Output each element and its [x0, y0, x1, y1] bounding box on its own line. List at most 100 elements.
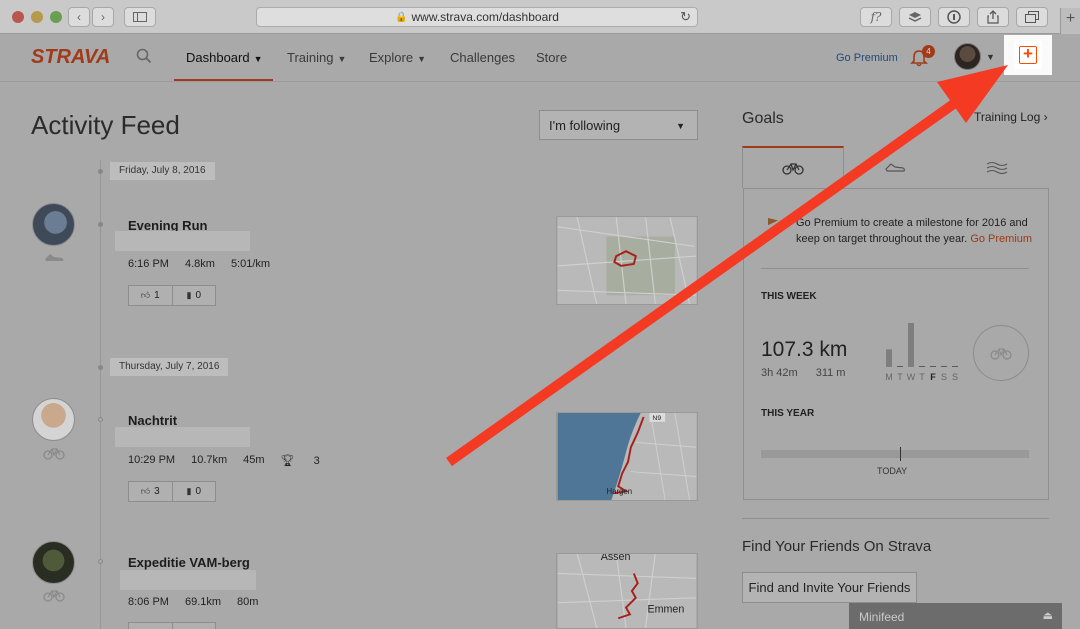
- user-avatar[interactable]: [954, 43, 981, 70]
- weekly-progress-ring: [973, 325, 1029, 381]
- activity-stats: 6:16 PM 4.8km 5:01/km: [128, 258, 271, 270]
- divider: [761, 268, 1029, 269]
- comment-button[interactable]: ▮ 0: [173, 286, 216, 305]
- browser-toolbar: ‹ › 🔒 www.strava.com/dashboard ↻ f? +: [0, 0, 1080, 34]
- week-day-label: F: [930, 372, 936, 382]
- redacted-athlete-name: [120, 570, 256, 590]
- kudos-button[interactable]: 👍︎ 3: [129, 482, 173, 501]
- avatar[interactable]: [32, 398, 75, 441]
- redacted-athlete-name: [115, 231, 250, 251]
- strava-logo[interactable]: STRAVA: [31, 46, 110, 69]
- chevron-down-icon: ▼: [417, 54, 426, 64]
- comment-button[interactable]: [173, 623, 216, 629]
- run-shoe-icon: [885, 163, 905, 172]
- activity-map[interactable]: N9 Hargen: [556, 412, 698, 501]
- bike-icon: [43, 590, 65, 602]
- url-text: www.strava.com/dashboard: [411, 10, 559, 24]
- page-title: Activity Feed: [31, 110, 180, 140]
- this-year-label: THIS YEAR: [761, 408, 815, 419]
- week-day-label: S: [941, 372, 947, 382]
- week-day-label: T: [919, 372, 925, 382]
- chevron-right-icon: ›: [1043, 110, 1048, 124]
- week-bar-chart: MTWTFSS: [885, 323, 958, 382]
- share-icon[interactable]: [977, 7, 1009, 27]
- minimize-window-button[interactable]: [31, 11, 43, 23]
- timeline-dot: [98, 365, 103, 370]
- thumbs-up-icon: 👍︎: [140, 290, 151, 300]
- nav-training[interactable]: Training ▼: [287, 50, 346, 65]
- tab-ride[interactable]: [742, 146, 844, 188]
- nav-explore[interactable]: Explore ▼: [369, 50, 426, 65]
- activity-map[interactable]: [556, 216, 698, 305]
- tab-run[interactable]: [844, 146, 946, 188]
- info-icon[interactable]: [938, 7, 970, 27]
- swim-waves-icon: [986, 161, 1008, 174]
- zoom-window-button[interactable]: [50, 11, 62, 23]
- map-label-hargen: Hargen: [606, 487, 632, 496]
- timeline-dot: [98, 559, 103, 564]
- nav-challenges[interactable]: Challenges: [450, 50, 515, 65]
- week-day-label: T: [897, 372, 903, 382]
- formula-icon[interactable]: f?: [860, 7, 892, 27]
- find-friends-title: Find Your Friends On Strava: [742, 538, 932, 555]
- reload-icon[interactable]: ↻: [680, 9, 691, 25]
- expand-up-icon[interactable]: ⏏: [1043, 609, 1053, 622]
- avatar[interactable]: [32, 203, 75, 246]
- find-invite-friends-button[interactable]: Find and Invite Your Friends: [742, 572, 917, 603]
- comment-icon: ▮: [186, 290, 192, 300]
- tab-swim[interactable]: [946, 146, 1048, 188]
- date-label: Thursday, July 7, 2016: [110, 358, 229, 376]
- kudos-button[interactable]: [129, 623, 173, 629]
- week-bar-6: [952, 366, 958, 367]
- active-nav-indicator: [174, 79, 273, 81]
- avatar[interactable]: [32, 541, 75, 584]
- map-label-emmen: Emmen: [647, 603, 684, 615]
- forward-icon[interactable]: ›: [92, 7, 114, 27]
- week-bar-3: [919, 366, 925, 367]
- search-icon[interactable]: [136, 48, 152, 64]
- trophy-icon: 🏆︎: [280, 455, 295, 467]
- week-bar-5: [941, 366, 947, 367]
- tabs-icon[interactable]: [1016, 7, 1048, 27]
- minifeed-bar[interactable]: Minifeed ⏏: [849, 603, 1062, 629]
- map-label-n9: N9: [652, 415, 661, 422]
- activity-stats: 10:29 PM 10.7km 45m 🏆︎ 3: [128, 454, 320, 467]
- kudos-button[interactable]: 👍︎ 1: [129, 286, 173, 305]
- notification-badge: 4: [922, 45, 935, 58]
- chevron-down-icon: ▼: [337, 54, 347, 64]
- site-header: STRAVA Dashboard ▼ Training ▼ Explore ▼ Cha…: [0, 34, 1080, 82]
- bike-icon: [782, 163, 804, 175]
- activity-title[interactable]: Nachtrit: [128, 413, 177, 428]
- go-premium-link[interactable]: Go Premium: [970, 233, 1032, 245]
- layers-icon[interactable]: [899, 7, 931, 27]
- upload-activity-button[interactable]: +: [1014, 41, 1042, 69]
- week-bar-1: [897, 366, 903, 367]
- timeline-dot: [98, 169, 103, 174]
- nav-store[interactable]: Store: [536, 50, 567, 65]
- activity-map[interactable]: Assen Emmen: [556, 553, 698, 629]
- comment-button[interactable]: ▮ 0: [173, 482, 216, 501]
- date-label: Friday, July 8, 2016: [110, 162, 215, 180]
- kudos-comment-group: [128, 622, 216, 629]
- nav-dashboard[interactable]: Dashboard ▼: [186, 50, 263, 65]
- go-premium-link[interactable]: Go Premium: [836, 52, 898, 64]
- address-bar[interactable]: 🔒 www.strava.com/dashboard ↻: [256, 7, 698, 27]
- kudos-comment-group: 👍︎ 1 ▮ 0: [128, 285, 216, 306]
- map-label-assen: Assen: [601, 553, 631, 563]
- bike-icon: [990, 348, 1012, 360]
- training-log-link[interactable]: Training Log ›: [974, 110, 1048, 124]
- feed-filter-select[interactable]: I'm following ▼: [539, 110, 698, 140]
- today-label: TODAY: [877, 466, 908, 476]
- back-icon[interactable]: ‹: [68, 7, 90, 27]
- run-shoe-icon: [45, 254, 64, 261]
- this-week-label: THIS WEEK: [761, 291, 817, 302]
- close-window-button[interactable]: [12, 11, 24, 23]
- new-tab-icon[interactable]: +: [1060, 8, 1080, 34]
- kudos-comment-group: 👍︎ 3 ▮ 0: [128, 481, 216, 502]
- sidebar-icon[interactable]: [124, 7, 156, 27]
- timeline-dot: [98, 222, 103, 227]
- chevron-down-icon[interactable]: ▼: [986, 52, 995, 62]
- week-day-label: M: [885, 372, 893, 382]
- divider: [742, 518, 1049, 519]
- activity-title[interactable]: Expeditie VAM-berg: [128, 555, 250, 570]
